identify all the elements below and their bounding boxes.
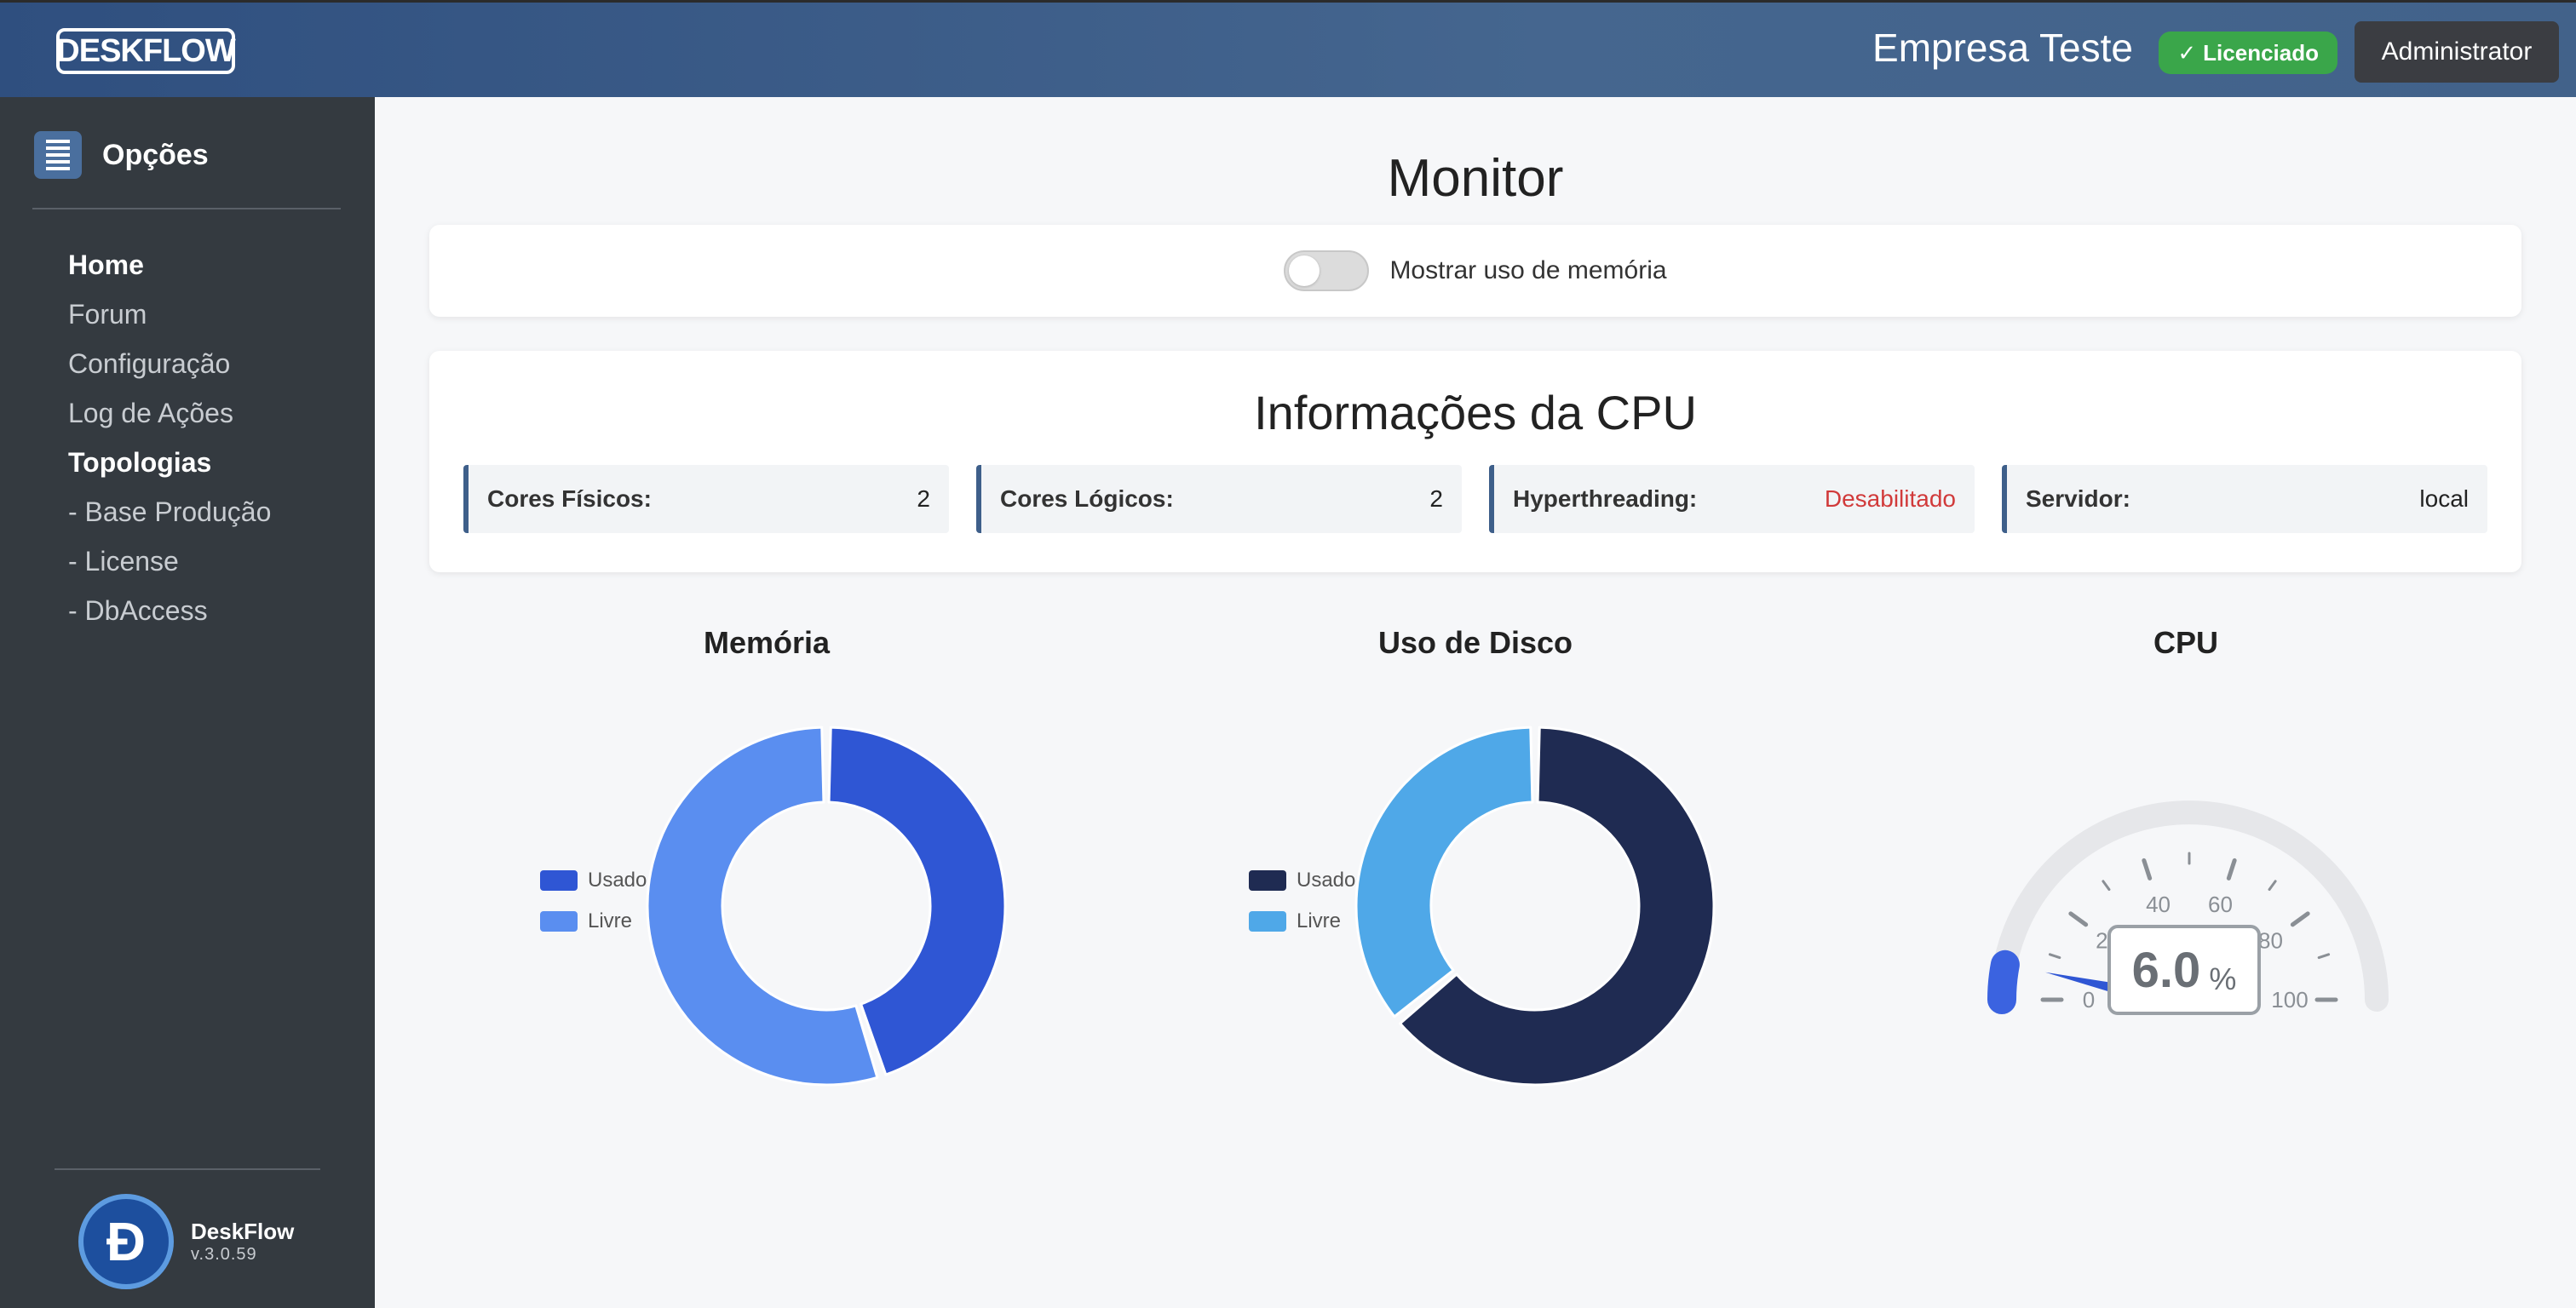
memory-donut-chart	[646, 726, 1007, 1087]
gauge-tick-label: 40	[2146, 892, 2171, 917]
info-value: Desabilitado	[1824, 485, 1956, 512]
legend-item-used[interactable]: Usado	[1249, 860, 1355, 901]
gauge-tick	[2102, 880, 2111, 892]
main-content: Monitor Mostrar uso de memória Informaçõ…	[375, 97, 2576, 1308]
sidebar-item-configuracao[interactable]: Configuração	[68, 339, 271, 388]
gauge-tick	[2268, 880, 2277, 892]
gauge-tick	[2048, 953, 2061, 960]
check-icon: ✓	[2177, 39, 2197, 66]
disk-slice-livre[interactable]	[1354, 726, 1534, 1018]
disk-donut-chart	[1354, 726, 1716, 1087]
sidebar-item-forum[interactable]: Forum	[68, 290, 271, 339]
gauge-tick	[2142, 858, 2153, 881]
info-server: Servidor: local	[2002, 465, 2487, 533]
cpu-info-card: Informações da CPU Cores Físicos: 2 Core…	[429, 351, 2521, 572]
brand-version: v.3.0.59	[191, 1245, 257, 1264]
brand-footer: Đ DeskFlow v.3.0.59	[78, 1194, 294, 1289]
page-title: Monitor	[1387, 149, 1564, 208]
cpu-chart-title: CPU	[2153, 625, 2218, 660]
company-name: Empresa Teste	[1872, 26, 2133, 70]
sidebar-footer-divider	[55, 1168, 320, 1170]
memory-usage-toggle[interactable]	[1284, 250, 1370, 291]
sidebar-item-dbaccess[interactable]: - DbAccess	[68, 586, 271, 635]
sidebar-title: Opções	[102, 138, 209, 171]
memory-chart-title: Memória	[703, 625, 831, 660]
info-value: local	[2419, 485, 2469, 512]
legend-item-used[interactable]: Usado	[540, 860, 647, 901]
legend-swatch	[1249, 870, 1286, 891]
memory-usage-toggle-label: Mostrar uso de memória	[1389, 256, 1667, 284]
disk-legend: Usado Livre	[1249, 860, 1355, 942]
gauge-tick-label: 60	[2208, 892, 2233, 917]
info-hyperthreading: Hyperthreading: Desabilitado	[1489, 465, 1975, 533]
gauge-tick	[2290, 911, 2310, 927]
info-label: Cores Lógicos:	[1000, 485, 1174, 512]
brand-name: DeskFlow	[191, 1219, 295, 1244]
memory-legend: Usado Livre	[540, 860, 647, 942]
legend-swatch	[540, 870, 578, 891]
gauge-tick	[2317, 953, 2331, 960]
sidebar: Opções Home Forum Configuração Log de Aç…	[0, 97, 375, 1308]
info-label: Cores Físicos:	[487, 485, 652, 512]
menu-icon[interactable]	[34, 131, 82, 179]
disk-chart-title: Uso de Disco	[1377, 625, 1573, 660]
gauge-value-arc	[1987, 949, 2020, 1014]
deskflow-brand-icon: Đ	[78, 1194, 174, 1289]
info-logical-cores: Cores Lógicos: 2	[976, 465, 1462, 533]
sidebar-nav: Home Forum Configuração Log de Ações Top…	[68, 240, 271, 635]
legend-label: Livre	[1297, 909, 1342, 932]
gauge-tick-label: 0	[2083, 987, 2095, 1013]
gauge-tick-label: 100	[2271, 987, 2308, 1013]
license-badge: ✓ Licenciado	[2159, 32, 2337, 74]
info-value: 2	[1429, 485, 1443, 512]
sidebar-item-log-de-acoes[interactable]: Log de Ações	[68, 388, 271, 438]
gauge-tick	[2226, 858, 2237, 881]
sidebar-item-home[interactable]: Home	[68, 240, 271, 290]
legend-label: Usado	[1297, 869, 1356, 892]
cpu-gauge-value: 6.0	[2131, 942, 2201, 998]
info-label: Hyperthreading:	[1513, 485, 1698, 512]
sidebar-header: Opções	[34, 131, 209, 179]
cpu-gauge-readout: 6.0 %	[2107, 925, 2261, 1015]
deskflow-logo[interactable]: DESKFLOW	[56, 28, 236, 74]
legend-item-free[interactable]: Livre	[1249, 901, 1355, 942]
memory-toggle-card: Mostrar uso de memória	[429, 225, 2521, 317]
legend-swatch	[540, 911, 578, 932]
gauge-tick-label: 80	[2258, 928, 2283, 954]
sidebar-item-topologias[interactable]: Topologias	[68, 438, 271, 487]
legend-swatch	[1249, 911, 1286, 932]
administrator-button[interactable]: Administrator	[2355, 21, 2559, 83]
sidebar-divider	[32, 208, 341, 209]
legend-label: Usado	[588, 869, 647, 892]
info-value: 2	[917, 485, 930, 512]
cpu-gauge-unit: %	[2209, 961, 2237, 996]
legend-label: Livre	[588, 909, 633, 932]
info-label: Servidor:	[2026, 485, 2130, 512]
sidebar-item-license[interactable]: - License	[68, 536, 271, 586]
cpu-info-title: Informações da CPU	[1254, 386, 1697, 439]
license-badge-label: Licenciado	[2203, 39, 2319, 66]
sidebar-item-base-producao[interactable]: - Base Produção	[68, 487, 271, 536]
info-physical-cores: Cores Físicos: 2	[463, 465, 949, 533]
top-header: DESKFLOW Empresa Teste ✓ Licenciado Admi…	[0, 0, 2576, 97]
gauge-tick	[2068, 911, 2089, 927]
legend-item-free[interactable]: Livre	[540, 901, 647, 942]
